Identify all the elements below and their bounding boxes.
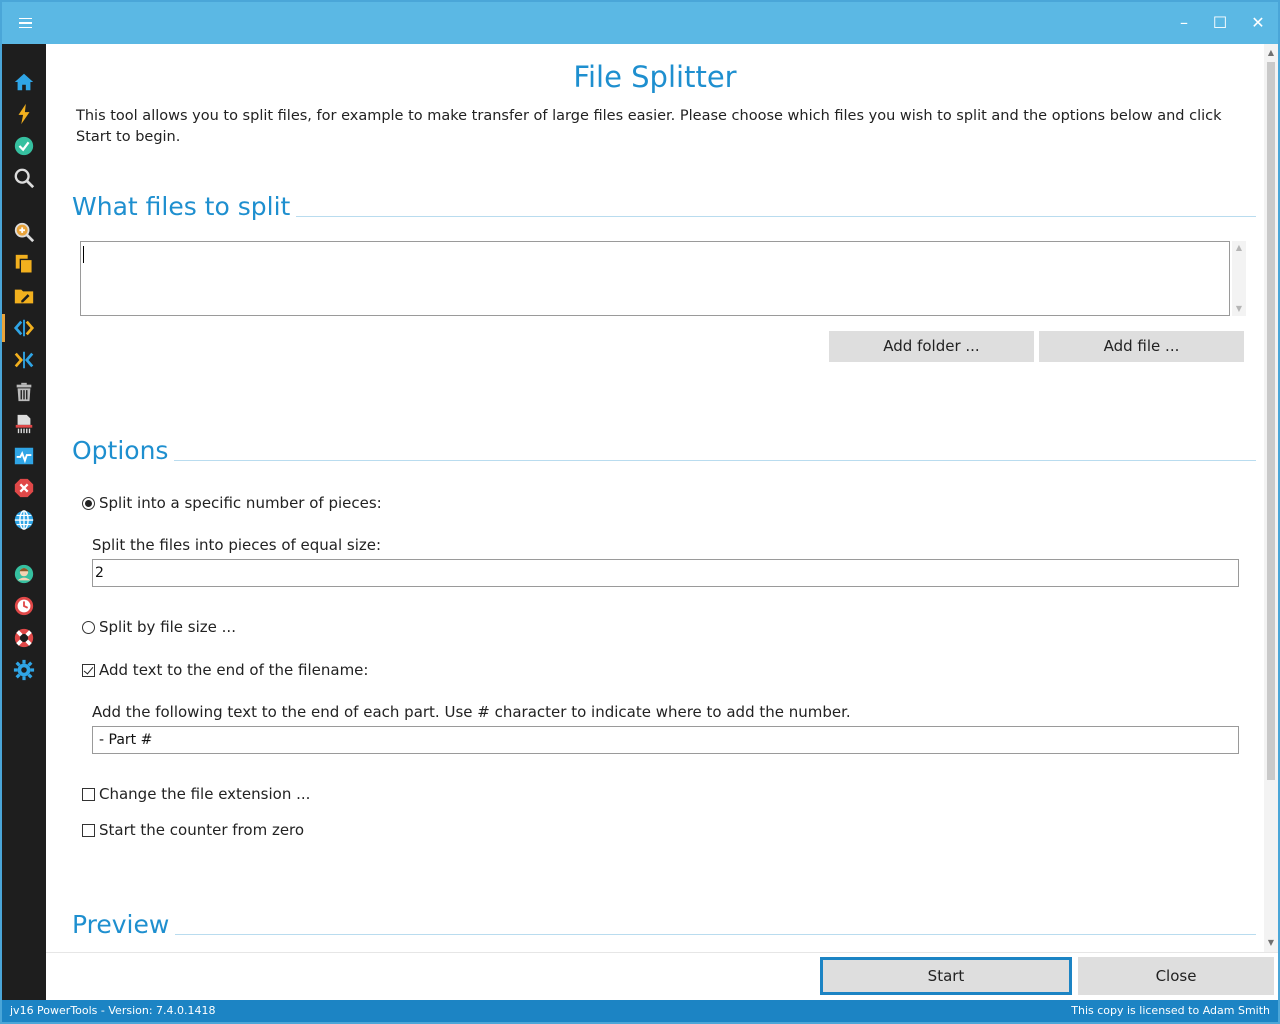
hamburger-menu-icon[interactable] — [8, 10, 42, 36]
folder-edit-icon[interactable] — [10, 282, 38, 310]
checkbox[interactable] — [82, 663, 95, 677]
clock-icon[interactable] — [10, 592, 38, 620]
files-list-input[interactable] — [80, 241, 1230, 316]
monitor-icon[interactable] — [10, 442, 38, 470]
app-window: – ☐ ✕ File Splitter This tool allows you… — [0, 0, 1280, 1024]
counter-zero-label: Start the counter from zero — [99, 821, 305, 839]
counter-zero-checkbox[interactable]: Start the counter from zero — [82, 821, 304, 839]
start-button[interactable]: Start — [820, 957, 1072, 995]
content-scrollbar[interactable]: ▲ ▼ — [1264, 44, 1278, 952]
radio-button[interactable] — [82, 620, 95, 634]
page-title: File Splitter — [573, 60, 737, 94]
shredder-icon[interactable] — [10, 410, 38, 438]
split-icon[interactable] — [10, 314, 38, 342]
trash-icon[interactable] — [10, 378, 38, 406]
sidebar-active-marker — [2, 314, 5, 342]
main-content: File Splitter This tool allows you to sp… — [46, 44, 1264, 952]
add-text-checkbox[interactable]: Add text to the end of the filename: — [82, 661, 368, 679]
add-text-label: Add text to the end of the filename: — [99, 661, 369, 679]
section-preview-heading: Preview — [72, 910, 170, 939]
split-pieces-radio[interactable]: Split into a specific number of pieces: — [82, 494, 382, 512]
title-bar: – ☐ ✕ — [2, 2, 1278, 44]
files-list-scrollbar[interactable]: ▲ ▼ — [1232, 241, 1246, 316]
scroll-down-icon[interactable]: ▼ — [1264, 936, 1278, 950]
split-size-radio[interactable]: Split by file size ... — [82, 618, 236, 636]
scrollbar-thumb[interactable] — [1267, 62, 1275, 780]
scroll-up-icon[interactable]: ▲ — [1232, 241, 1246, 255]
section-options-heading: Options — [72, 436, 169, 465]
section-files-heading: What files to split — [72, 192, 291, 221]
radio-button[interactable] — [82, 496, 95, 510]
equal-size-label: Split the files into pieces of equal siz… — [92, 536, 382, 554]
add-text-description: Add the following text to the end of eac… — [92, 703, 851, 721]
version-text: jv16 PowerTools - Version: 7.4.0.1418 — [10, 1004, 216, 1017]
action-bar: Start Close — [46, 952, 1278, 1000]
pieces-count-input[interactable]: 2 — [92, 559, 1239, 587]
section-options: Options — [72, 436, 1256, 465]
scroll-up-icon[interactable]: ▲ — [1264, 46, 1278, 60]
intro-text: This tool allows you to split files, for… — [76, 108, 1222, 145]
add-file-button[interactable]: Add file ... — [1039, 331, 1244, 362]
scroll-down-icon[interactable]: ▼ — [1232, 302, 1246, 316]
lifebuoy-icon[interactable] — [10, 624, 38, 652]
minimize-button[interactable]: – — [1166, 8, 1202, 38]
home-icon[interactable] — [10, 68, 38, 96]
gear-icon[interactable] — [10, 656, 38, 684]
change-extension-label: Change the file extension ... — [99, 785, 311, 803]
status-bar: jv16 PowerTools - Version: 7.4.0.1418 Th… — [2, 1000, 1278, 1022]
maximize-button[interactable]: ☐ — [1202, 8, 1238, 38]
zoom-in-icon[interactable] — [10, 218, 38, 246]
checkbox[interactable] — [82, 787, 95, 801]
split-size-label: Split by file size ... — [99, 618, 236, 636]
merge-icon[interactable] — [10, 346, 38, 374]
sidebar — [2, 44, 46, 1000]
suffix-text-input[interactable]: - Part # — [92, 726, 1239, 754]
close-window-button[interactable]: ✕ — [1240, 8, 1276, 38]
section-divider — [174, 460, 1256, 461]
search-icon[interactable] — [10, 164, 38, 192]
license-text: This copy is licensed to Adam Smith — [1071, 1004, 1270, 1017]
globe-icon[interactable] — [10, 506, 38, 534]
copy-icon[interactable] — [10, 250, 38, 278]
section-divider — [175, 934, 1256, 935]
blocked-icon[interactable] — [10, 474, 38, 502]
section-files: What files to split — [72, 192, 1256, 221]
change-extension-checkbox[interactable]: Change the file extension ... — [82, 785, 310, 803]
add-folder-button[interactable]: Add folder ... — [829, 331, 1034, 362]
checkbox[interactable] — [82, 823, 95, 837]
section-divider — [296, 216, 1256, 217]
close-button[interactable]: Close — [1078, 957, 1274, 995]
lightning-icon[interactable] — [10, 100, 38, 128]
user-icon[interactable] — [10, 560, 38, 588]
section-preview: Preview — [72, 910, 1256, 939]
split-pieces-label: Split into a specific number of pieces: — [99, 494, 382, 512]
check-circle-icon[interactable] — [10, 132, 38, 160]
